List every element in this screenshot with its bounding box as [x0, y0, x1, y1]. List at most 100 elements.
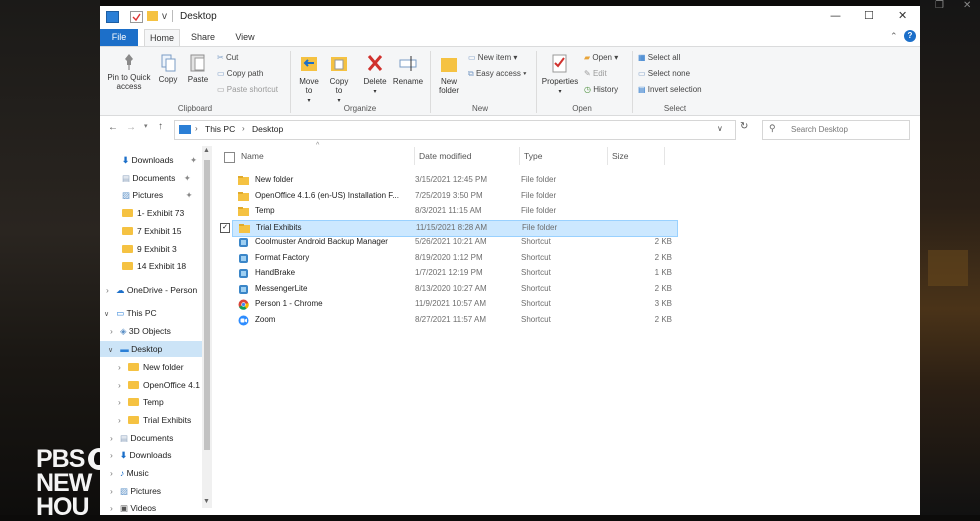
- nav-item-exhibit-3[interactable]: 9 Exhibit 3: [122, 241, 177, 257]
- tab-view[interactable]: View: [228, 29, 262, 46]
- restore-icon[interactable]: ❐: [935, 0, 944, 11]
- collapse-chevron-icon[interactable]: ∨: [108, 347, 113, 354]
- nav-item-desktop[interactable]: ∨ ▬ Desktop: [100, 341, 202, 357]
- table-row[interactable]: Zoom 8/27/2021 11:57 AM Shortcut 2 KB: [232, 313, 676, 328]
- table-row[interactable]: MessengerLite 8/13/2020 10:27 AM Shortcut 2…: [232, 282, 676, 297]
- scroll-up-icon[interactable]: ▲: [203, 147, 210, 154]
- nav-item-pc-downloads[interactable]: › ⬇ Downloads: [110, 447, 172, 463]
- nav-scrollbar-thumb[interactable]: [204, 160, 210, 450]
- refresh-icon[interactable]: ↻: [740, 121, 748, 132]
- column-header-name[interactable]: Name: [241, 151, 264, 161]
- nav-item-openoffice[interactable]: › OpenOffice 4.1: [118, 377, 200, 393]
- qat-dropdown[interactable]: v: [162, 11, 167, 22]
- nav-item-3d-objects[interactable]: › ◈ 3D Objects: [110, 323, 171, 339]
- properties-button[interactable]: Properties ▾: [540, 53, 580, 97]
- nav-item-exhibit-15[interactable]: 7 Exhibit 15: [122, 223, 181, 239]
- table-row[interactable]: Format Factory 8/19/2020 1:12 PM Shortcut 2…: [232, 251, 676, 266]
- nav-item-this-pc[interactable]: ∨ ▭ This PC: [104, 305, 157, 321]
- nav-item-downloads[interactable]: ⬇ Downloads ✦: [122, 152, 197, 168]
- nav-label: Music: [126, 468, 149, 478]
- nav-item-pictures[interactable]: ▨ Pictures ✦: [122, 187, 193, 203]
- address-bar[interactable]: › This PC › Desktop ∨: [174, 120, 736, 140]
- column-divider[interactable]: [607, 147, 608, 165]
- nav-scrollbar[interactable]: ▲ ▼: [202, 146, 212, 508]
- table-row[interactable]: Coolmuster Android Backup Manager 5/26/20…: [232, 235, 676, 250]
- expand-chevron-icon[interactable]: ›: [110, 433, 113, 443]
- minimize-icon[interactable]: —: [830, 9, 841, 22]
- table-row[interactable]: Temp 8/3/2021 11:15 AM File folder: [232, 204, 676, 219]
- nav-item-exhibit-73[interactable]: 1- Exhibit 73: [122, 205, 184, 221]
- tab-share[interactable]: Share: [186, 29, 220, 46]
- nav-item-music[interactable]: › ♪ Music: [110, 465, 149, 481]
- table-row[interactable]: New folder 3/15/2021 12:45 PM File folder: [232, 173, 676, 188]
- table-row[interactable]: OpenOffice 4.1.6 (en-US) Installation F.…: [232, 189, 676, 204]
- expand-chevron-icon[interactable]: ›: [110, 486, 113, 496]
- tab-file[interactable]: File: [100, 29, 138, 46]
- tab-home[interactable]: Home: [144, 29, 180, 47]
- cut-button[interactable]: ✂ Cut: [217, 53, 238, 62]
- maximize-icon[interactable]: ☐: [864, 9, 874, 22]
- copy-to-button[interactable]: Copy to ▾: [326, 53, 352, 106]
- nav-item-exhibit-18[interactable]: 14 Exhibit 18: [122, 258, 186, 274]
- expand-chevron-icon[interactable]: ›: [118, 397, 121, 407]
- copy-path-button[interactable]: ▭ Copy path: [217, 69, 263, 78]
- expand-chevron-icon[interactable]: ›: [110, 450, 113, 460]
- nav-item-temp[interactable]: › Temp: [118, 394, 164, 410]
- paste-button[interactable]: Paste: [184, 53, 212, 84]
- collapse-chevron-icon[interactable]: ∨: [104, 311, 109, 318]
- rename-button[interactable]: Rename: [392, 53, 424, 86]
- scroll-down-icon[interactable]: ▼: [203, 498, 210, 505]
- new-item-button[interactable]: ▭ New item ▾: [468, 53, 517, 62]
- recent-locations-icon[interactable]: ▾: [144, 122, 148, 130]
- select-all-checkbox[interactable]: [224, 152, 235, 163]
- nav-item-onedrive[interactable]: › ☁ OneDrive - Person: [106, 282, 197, 298]
- close-window-icon[interactable]: ✕: [898, 9, 907, 22]
- up-arrow-icon[interactable]: ↑: [158, 121, 163, 132]
- row-checkbox[interactable]: ✓: [220, 222, 230, 233]
- expand-chevron-icon[interactable]: ›: [110, 326, 113, 336]
- select-none-button[interactable]: ▭ Select none: [638, 69, 690, 78]
- nav-item-new-folder[interactable]: › New folder: [118, 359, 184, 375]
- open-button[interactable]: ▰ Open ▾: [584, 53, 618, 62]
- paste-shortcut-button[interactable]: ▭ Paste shortcut: [217, 85, 278, 94]
- column-divider[interactable]: [519, 147, 520, 165]
- column-header-type[interactable]: Type: [524, 151, 542, 161]
- table-row[interactable]: ✓ Trial Exhibits 11/15/2021 8:28 AM File fo…: [220, 219, 678, 237]
- expand-chevron-icon[interactable]: ›: [106, 285, 109, 295]
- move-to-button[interactable]: Move to ▾: [296, 53, 322, 106]
- expand-chevron-icon[interactable]: ›: [110, 468, 113, 478]
- table-row[interactable]: Person 1 - Chrome 11/9/2021 10:57 AM Short…: [232, 297, 676, 312]
- copy-button[interactable]: Copy: [156, 53, 180, 84]
- select-all-button[interactable]: ▦ Select all: [638, 53, 680, 62]
- breadcrumb-this-pc[interactable]: This PC: [205, 124, 235, 134]
- back-arrow-icon[interactable]: ←: [108, 122, 118, 133]
- close-icon[interactable]: ✕: [963, 0, 971, 11]
- expand-chevron-icon[interactable]: ›: [118, 362, 121, 372]
- breadcrumb-desktop[interactable]: Desktop: [252, 124, 283, 134]
- forward-arrow-icon[interactable]: →: [126, 122, 136, 133]
- nav-item-pc-documents[interactable]: › ▤ Documents: [110, 430, 173, 446]
- nav-item-documents[interactable]: ▤ Documents ✦: [122, 170, 191, 186]
- new-folder-quick-icon[interactable]: [147, 11, 158, 21]
- column-divider[interactable]: [414, 147, 415, 165]
- pin-quick-access-button[interactable]: Pin to Quick access: [104, 53, 154, 91]
- column-header-size[interactable]: Size: [612, 151, 629, 161]
- properties-quick-icon[interactable]: [130, 11, 143, 23]
- nav-item-trial-exhibits[interactable]: › Trial Exhibits: [118, 412, 191, 428]
- column-header-date[interactable]: Date modified: [419, 151, 471, 161]
- invert-selection-button[interactable]: ▤ Invert selection: [638, 85, 702, 94]
- easy-access-button[interactable]: ⧉ Easy access ▾: [468, 69, 526, 79]
- search-input[interactable]: ⚲ Search Desktop: [762, 120, 910, 140]
- expand-chevron-icon[interactable]: ›: [118, 415, 121, 425]
- expand-chevron-icon[interactable]: ›: [118, 380, 121, 390]
- help-icon[interactable]: ?: [904, 30, 916, 42]
- column-divider[interactable]: [664, 147, 665, 165]
- delete-button[interactable]: Delete ▾: [360, 53, 390, 97]
- table-row[interactable]: HandBrake 1/7/2021 12:19 PM Shortcut 1 KB: [232, 266, 676, 281]
- address-dropdown-icon[interactable]: ∨: [717, 124, 723, 133]
- chevron-up-icon[interactable]: ⌃: [890, 31, 898, 42]
- history-button[interactable]: ◷ History: [584, 85, 618, 94]
- nav-item-pc-pictures[interactable]: › ▨ Pictures: [110, 483, 161, 499]
- new-folder-button[interactable]: New folder: [434, 53, 464, 95]
- edit-button[interactable]: ✎ Edit: [584, 69, 607, 78]
